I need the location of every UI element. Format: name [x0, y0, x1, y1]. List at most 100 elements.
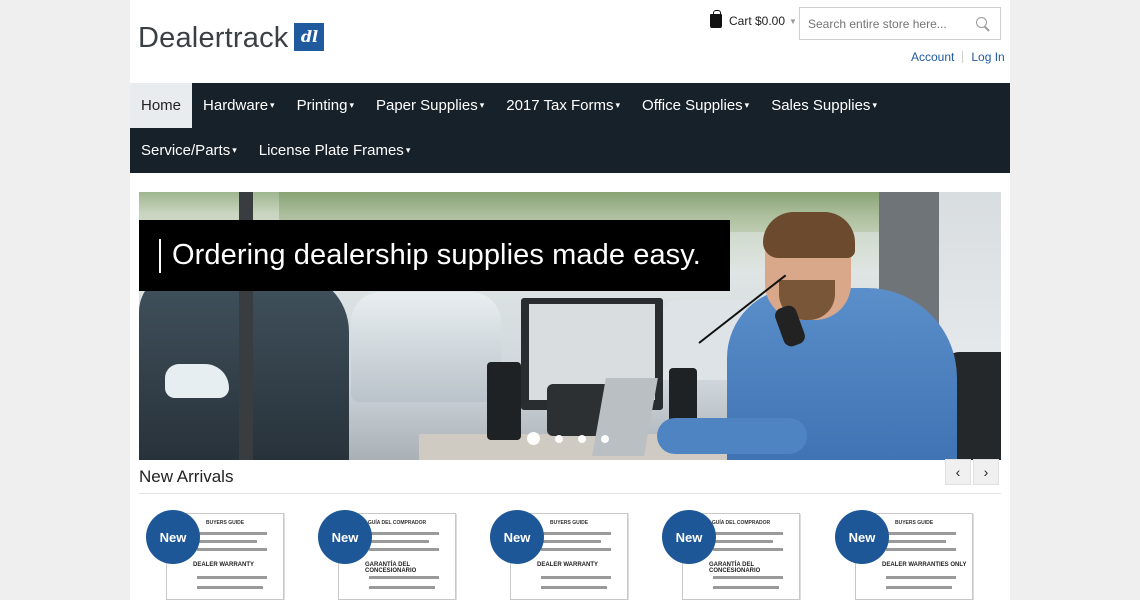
- doc-line: [541, 540, 601, 543]
- doc-line: [541, 548, 611, 551]
- nav-item-paper-supplies[interactable]: Paper Supplies ▾: [365, 83, 495, 128]
- slider-dot[interactable]: [578, 434, 586, 443]
- caret-down-icon: ▾: [349, 100, 354, 110]
- doc-line: [197, 586, 263, 589]
- caret-down-icon: ▾: [744, 100, 750, 110]
- account-link[interactable]: Account: [911, 50, 954, 64]
- main-nav: Home Hardware ▾ Printing ▾ Paper Supplies ▾…: [130, 83, 1010, 173]
- doc-line: [713, 576, 783, 579]
- doc-line: [197, 548, 267, 551]
- slider-dot[interactable]: [555, 434, 563, 443]
- slider-dots: [527, 432, 624, 445]
- nav-item-hardware[interactable]: Hardware ▾: [192, 83, 286, 128]
- nav-item-label: Service/Parts: [141, 142, 231, 159]
- new-badge: New: [662, 510, 716, 564]
- new-badge: New: [490, 510, 544, 564]
- nav-item-office-supplies[interactable]: Office Supplies ▾: [631, 83, 760, 128]
- doc-line: [197, 540, 257, 543]
- caret-down-icon: ▾: [479, 100, 485, 110]
- doc-line: [541, 576, 611, 579]
- new-badge: New: [146, 510, 200, 564]
- product-card[interactable]: BUYERS GUIDE DEALER WARRANTIES ONLY New: [835, 510, 973, 600]
- doc-line: [886, 532, 956, 535]
- caret-down-icon: ▾: [872, 100, 877, 110]
- link-divider: [962, 51, 964, 63]
- hero-photo-headlight: [165, 364, 229, 398]
- doc-line: [369, 540, 429, 543]
- hero-photo-car: [351, 292, 501, 402]
- search-box: [799, 7, 1001, 40]
- nav-item-sales-supplies[interactable]: Sales Supplies ▾: [760, 83, 888, 128]
- nav-row: Home Hardware ▾ Printing ▾ Paper Supplies ▾…: [130, 83, 888, 128]
- search-input[interactable]: [800, 8, 976, 39]
- doc-line: [369, 576, 439, 579]
- doc-line: [197, 576, 267, 579]
- doc-line: [197, 532, 267, 535]
- caret-down-icon: ▾: [615, 100, 621, 110]
- hero-banner: Ordering dealership supplies made easy.: [139, 220, 730, 291]
- product-card[interactable]: BUYERS GUIDE DEALER WARRANTY New: [490, 510, 628, 600]
- cart-dropdown[interactable]: Cart $0.00 ▼: [710, 10, 797, 28]
- doc-line: [886, 540, 946, 543]
- search-icon[interactable]: [976, 16, 990, 31]
- nav-item-label: Hardware: [203, 97, 269, 114]
- doc-line: [369, 532, 439, 535]
- hero-photo-man-arm: [657, 418, 807, 454]
- nav-item-label: 2017 Tax Forms: [506, 97, 614, 114]
- new-arrivals-title: New Arrivals: [139, 467, 234, 486]
- doc-line: [713, 586, 779, 589]
- new-badge: New: [835, 510, 889, 564]
- hero-slider[interactable]: Ordering dealership supplies made easy.: [139, 192, 1001, 460]
- shopping-bag-icon: [710, 10, 722, 28]
- login-link[interactable]: Log In: [971, 50, 1004, 64]
- hero-photo-speaker: [487, 362, 521, 440]
- nav-item-license-plate-frames[interactable]: License Plate Frames ▾: [248, 128, 422, 173]
- nav-item-label: Home: [141, 97, 182, 114]
- new-badge: New: [318, 510, 372, 564]
- nav-item-label: Office Supplies: [642, 97, 743, 114]
- account-links: Account Log In: [911, 50, 1005, 64]
- chevron-left-icon: ‹: [955, 464, 961, 480]
- nav-item-label: License Plate Frames: [258, 142, 404, 159]
- product-card[interactable]: GUÍA DEL COMPRADOR GARANTÍA DEL CONCESIO…: [318, 510, 456, 600]
- doc-heading: DEALER WARRANTIES ONLY: [882, 562, 967, 568]
- caret-down-icon: ▾: [232, 145, 237, 155]
- slider-dot[interactable]: [601, 434, 609, 443]
- nav-item-home[interactable]: Home: [130, 83, 193, 128]
- doc-line: [886, 586, 952, 589]
- caret-down-icon: ▾: [270, 100, 275, 110]
- carousel-next-button[interactable]: ›: [973, 459, 999, 485]
- nav-item-printing[interactable]: Printing ▾: [286, 83, 365, 128]
- nav-row: Service/Parts ▾ License Plate Frames ▾: [130, 128, 421, 173]
- slider-dot[interactable]: [527, 432, 540, 445]
- doc-line: [713, 540, 773, 543]
- hero-photo-man-hair: [763, 212, 855, 258]
- doc-line: [541, 586, 607, 589]
- logo-text: Dealertrack: [138, 22, 289, 54]
- dealertrack-logo[interactable]: Dealertrack dl: [138, 22, 325, 55]
- page: Dealertrack dl Cart $0.00 ▼ Account Log …: [130, 0, 1010, 600]
- doc-line: [886, 548, 956, 551]
- doc-line: [369, 586, 435, 589]
- cart-label: Cart $0.00: [729, 14, 786, 28]
- doc-heading: GARANTÍA DEL CONCESIONARIO: [365, 562, 417, 574]
- doc-line: [886, 576, 956, 579]
- doc-line: [713, 532, 783, 535]
- carousel-prev-button[interactable]: ‹: [945, 459, 971, 485]
- nav-item-service-parts[interactable]: Service/Parts ▾: [130, 128, 248, 173]
- caret-down-icon: ▾: [405, 145, 411, 155]
- nav-item-label: Sales Supplies: [771, 97, 871, 114]
- nav-item-label: Paper Supplies: [375, 97, 478, 114]
- nav-item-tax-forms[interactable]: 2017 Tax Forms ▾: [495, 83, 631, 128]
- section-divider: [139, 493, 1001, 494]
- logo-mark-icon: dl: [294, 22, 325, 51]
- nav-item-label: Printing: [296, 97, 348, 114]
- doc-heading: GARANTÍA DEL CONCESIONARIO: [709, 562, 761, 574]
- doc-heading: DEALER WARRANTY: [193, 562, 254, 568]
- product-card[interactable]: GUÍA DEL COMPRADOR GARANTÍA DEL CONCESIO…: [662, 510, 800, 600]
- product-card[interactable]: BUYERS GUIDE DEALER WARRANTY New: [146, 510, 284, 600]
- hero-banner-text: Ordering dealership supplies made easy.: [172, 239, 701, 271]
- doc-line: [369, 548, 439, 551]
- caret-down-icon: ▼: [789, 16, 797, 26]
- banner-bar: [159, 238, 161, 273]
